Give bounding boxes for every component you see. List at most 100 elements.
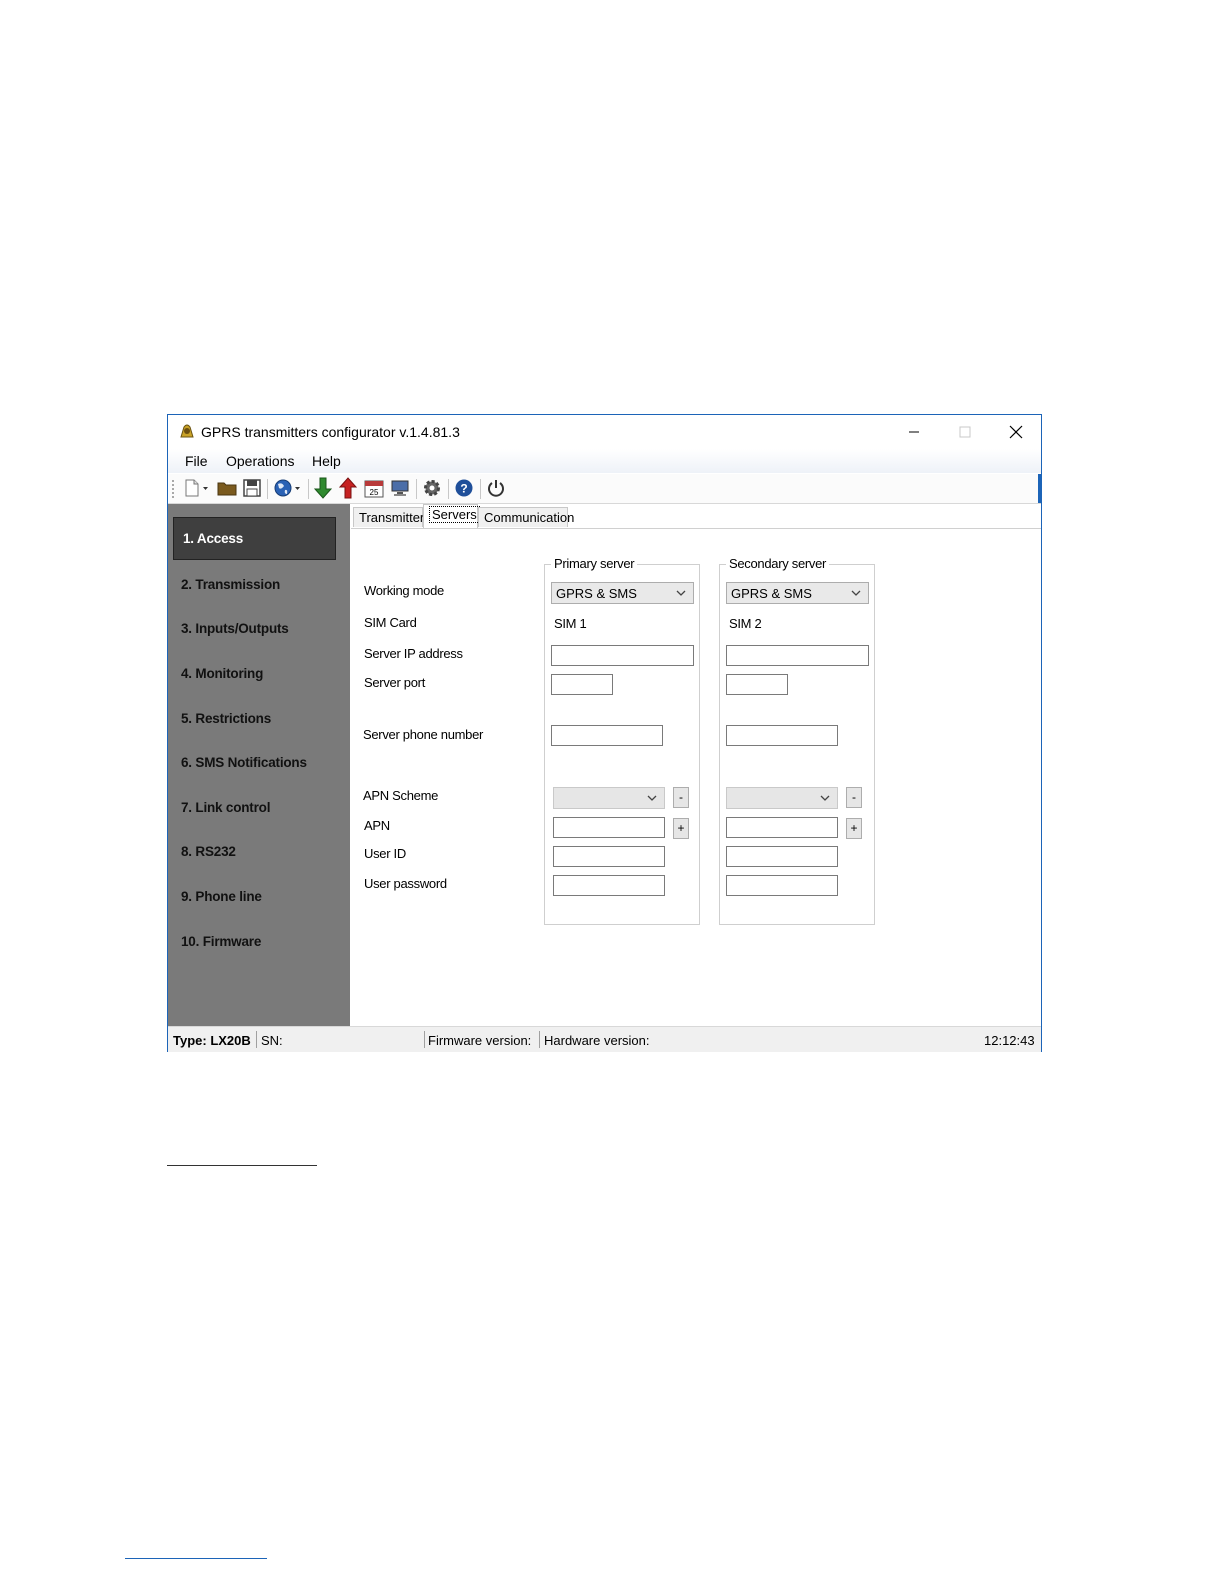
open-folder-button[interactable]: [216, 477, 238, 499]
close-icon: [1009, 425, 1023, 439]
working-mode-label: Working mode: [364, 583, 444, 598]
primary-server-title: Primary server: [551, 556, 638, 571]
secondary-apn-remove-button[interactable]: -: [846, 787, 862, 808]
app-window: GPRS transmitters configurator v.1.4.81.…: [167, 414, 1042, 1052]
secondary-working-mode-select[interactable]: GPRS & SMS: [726, 582, 869, 604]
status-type: Type: LX20B: [173, 1033, 251, 1048]
menu-bar: File Operations Help: [168, 449, 1041, 473]
download-arrow-icon: [314, 477, 332, 499]
globe-button[interactable]: [272, 477, 304, 499]
primary-sim-value: SIM 1: [554, 616, 587, 631]
monitor-icon: [391, 480, 409, 496]
selected-value: GPRS & SMS: [556, 586, 637, 601]
svg-text:25: 25: [370, 488, 379, 497]
app-logo-icon: [180, 424, 194, 438]
apn-label: APN: [364, 818, 390, 833]
primary-server-port-input[interactable]: [551, 674, 613, 695]
gear-icon: [424, 480, 440, 496]
sidebar-item-sms-notifications[interactable]: 6. SMS Notifications: [181, 755, 307, 770]
tab-servers[interactable]: Servers: [423, 504, 480, 528]
secondary-user-password-input[interactable]: [726, 875, 838, 896]
sidebar-item-phone-line[interactable]: 9. Phone line: [181, 889, 262, 904]
secondary-apn-input[interactable]: [726, 817, 838, 838]
sidebar-item-rs232[interactable]: 8. RS232: [181, 844, 236, 859]
sidebar-item-transmission[interactable]: 2. Transmission: [181, 577, 280, 592]
sidebar-item-link-control[interactable]: 7. Link control: [181, 800, 270, 815]
globe-icon: [274, 479, 300, 497]
minimize-button[interactable]: [891, 418, 937, 446]
status-hardware-version: Hardware version:: [544, 1033, 650, 1048]
window-title: GPRS transmitters configurator v.1.4.81.…: [201, 424, 460, 440]
sidebar-item-restrictions[interactable]: 5. Restrictions: [181, 711, 271, 726]
primary-user-password-input[interactable]: [553, 875, 665, 896]
download-button[interactable]: [312, 477, 334, 499]
save-icon: [243, 479, 261, 497]
calendar-icon: 25: [364, 480, 384, 498]
chevron-down-icon: [647, 795, 657, 801]
secondary-server-phone-input[interactable]: [726, 725, 838, 746]
primary-apn-remove-button[interactable]: -: [673, 787, 689, 808]
calendar-button[interactable]: 25: [363, 477, 385, 499]
power-icon: [488, 480, 504, 497]
primary-apn-scheme-select[interactable]: [553, 787, 665, 809]
primary-working-mode-select[interactable]: GPRS & SMS: [551, 582, 694, 604]
toolbar-separator: [480, 479, 481, 499]
tab-communication[interactable]: Communication: [478, 507, 574, 527]
status-serial-number: SN:: [261, 1033, 283, 1048]
user-password-label: User password: [364, 876, 447, 891]
toolbar-separator: [448, 479, 449, 499]
secondary-apn-scheme-select[interactable]: [726, 787, 838, 809]
primary-apn-input[interactable]: [553, 817, 665, 838]
maximize-icon: [959, 426, 971, 438]
tab-transmitter[interactable]: Transmitter: [353, 507, 424, 527]
toolbar-separator: [308, 479, 309, 499]
sidebar-item-monitoring[interactable]: 4. Monitoring: [181, 666, 263, 681]
toolbar: 25 ?: [168, 474, 1041, 504]
monitor-button[interactable]: [389, 477, 411, 499]
sidebar-item-firmware[interactable]: 10. Firmware: [181, 934, 261, 949]
minimize-icon: [909, 431, 919, 433]
power-button[interactable]: [485, 477, 507, 499]
toolbar-edge: [1038, 474, 1041, 503]
secondary-server-ip-input[interactable]: [726, 645, 869, 666]
save-button[interactable]: [241, 477, 263, 499]
maximize-button[interactable]: [942, 418, 988, 446]
close-button[interactable]: [993, 418, 1039, 446]
status-separator: [539, 1031, 540, 1048]
svg-text:?: ?: [460, 482, 467, 496]
status-firmware-version: Firmware version:: [428, 1033, 532, 1048]
server-phone-label: Server phone number: [363, 727, 484, 742]
menu-file[interactable]: File: [185, 453, 208, 469]
primary-user-id-input[interactable]: [553, 846, 665, 867]
footer-link-underline: [125, 1558, 267, 1559]
secondary-apn-add-button[interactable]: +: [846, 818, 862, 839]
primary-apn-add-button[interactable]: +: [673, 818, 689, 839]
help-icon: ?: [455, 479, 473, 497]
settings-button[interactable]: [421, 477, 443, 499]
server-ip-label: Server IP address: [364, 646, 463, 661]
tab-label: Communication: [484, 510, 575, 525]
new-file-button[interactable]: [181, 477, 211, 499]
tab-label: Servers: [429, 506, 480, 523]
chevron-down-icon: [851, 590, 861, 596]
upload-arrow-icon: [339, 477, 357, 499]
upload-button[interactable]: [337, 477, 359, 499]
menu-help[interactable]: Help: [312, 453, 341, 469]
secondary-server-title: Secondary server: [726, 556, 830, 571]
sidebar-item-inputs-outputs[interactable]: 3. Inputs/Outputs: [181, 621, 289, 636]
help-button[interactable]: ?: [453, 477, 475, 499]
sidebar: 1. Access 2. Transmission 3. Inputs/Outp…: [168, 504, 350, 1026]
primary-server-phone-input[interactable]: [551, 725, 663, 746]
status-bar: Type: LX20B SN: Firmware version: Hardwa…: [168, 1026, 1041, 1052]
toolbar-separator: [267, 479, 268, 499]
sidebar-item-access[interactable]: 1. Access: [173, 517, 336, 560]
secondary-server-port-input[interactable]: [726, 674, 788, 695]
footnote-separator: [167, 1165, 317, 1166]
toolbar-grip[interactable]: [172, 480, 177, 498]
selected-value: GPRS & SMS: [731, 586, 812, 601]
secondary-user-id-input[interactable]: [726, 846, 838, 867]
menu-operations[interactable]: Operations: [226, 453, 294, 469]
apn-scheme-label: APN Scheme: [363, 788, 439, 803]
tab-strip: Transmitter Servers Communication: [351, 504, 1041, 529]
primary-server-ip-input[interactable]: [551, 645, 694, 666]
